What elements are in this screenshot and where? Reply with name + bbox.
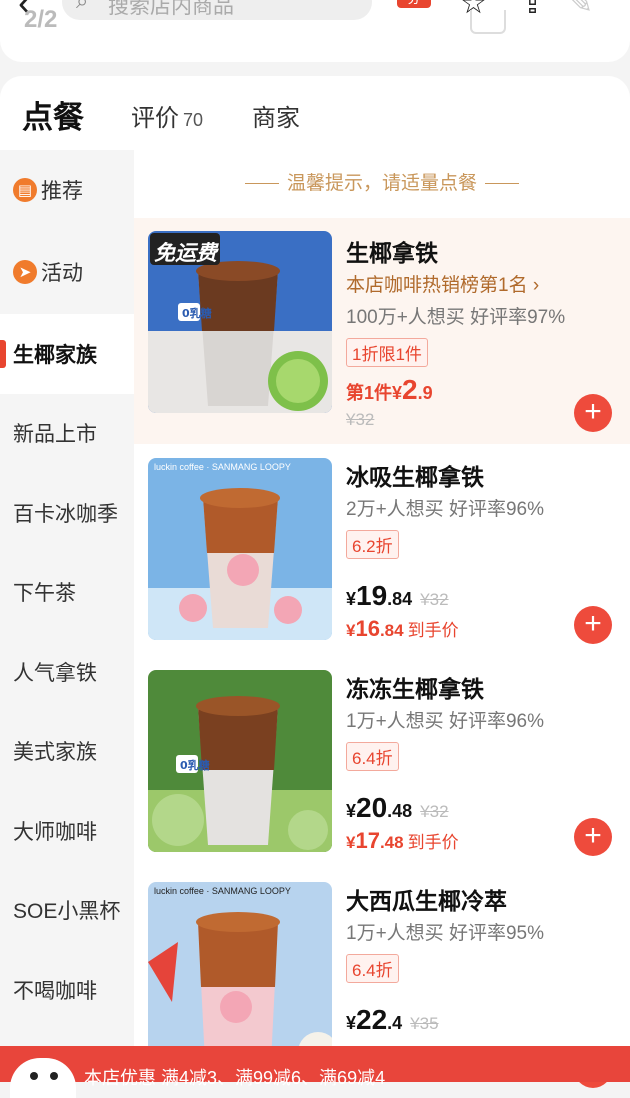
add-to-cart-button[interactable]: +: [574, 818, 612, 856]
product-name: 冻冻生椰拿铁: [346, 676, 484, 702]
sidebar-item-americano[interactable]: 美式家族: [0, 711, 134, 791]
sidebar-item-recommend[interactable]: ▤ 推荐: [0, 150, 134, 230]
tab-review[interactable]: 评价 70: [131, 98, 203, 133]
brand-label: luckin coffee · SANMANG LOOPY: [154, 886, 291, 896]
product-price: ¥20.48 ¥32: [346, 792, 449, 823]
discount-badge: 1折限1件: [346, 338, 428, 367]
mascot-icon: [10, 1058, 76, 1098]
edit-icon[interactable]: ✎: [568, 0, 593, 21]
share-icon[interactable]: ⇪: [520, 0, 545, 21]
sidebar-item-label: 不喝咖啡: [13, 980, 97, 1003]
sidebar-item-label: 美式家族: [13, 741, 97, 764]
tip-text: 温馨提示，请适量点餐: [286, 173, 477, 194]
first-item-price: 第1件¥2.9: [346, 374, 433, 405]
promo-text: 本店优惠 满4减3、满99减6、满69减4: [84, 1068, 386, 1088]
free-shipping-tag: 免运费: [154, 242, 217, 265]
recommend-icon: ▤: [13, 178, 37, 202]
search-placeholder: 搜索店内商品: [108, 0, 234, 18]
top-bar: ‹ 2/2 ⌕ 搜索店内商品 券 ☆ ⇪ ✎: [0, 0, 630, 62]
product-image[interactable]: 0乳糖 免运费: [148, 231, 332, 413]
tab-bar: 点餐 评价 70 商家: [0, 76, 630, 150]
add-to-cart-button[interactable]: +: [574, 606, 612, 644]
download-icon[interactable]: [470, 10, 506, 34]
sidebar-item-soe[interactable]: SOE小黑杯: [0, 870, 134, 950]
product-image[interactable]: luckin coffee · SANMANG LOOPY: [148, 458, 332, 640]
tab-order[interactable]: 点餐: [22, 92, 84, 137]
sidebar-item-activity[interactable]: ➤ 活动: [0, 232, 134, 312]
sidebar-item-label: 新品上市: [13, 423, 97, 446]
product-stats: 2万+人想买 好评率96%: [346, 499, 544, 520]
category-sidebar: ▤ 推荐 ➤ 活动 生椰家族 新品上市 百卡冰咖季 下午茶 人气拿铁 美式家族 …: [0, 150, 134, 1082]
product-price: ¥19.84 ¥32: [346, 580, 449, 611]
sidebar-item-label: 推荐: [41, 180, 83, 203]
sidebar-item-label: 百卡冰咖季: [13, 503, 118, 526]
product-stats: 100万+人想买 好评率97%: [346, 307, 566, 328]
product-card[interactable]: 0乳糖 冻冻生椰拿铁 1万+人想买 好评率96% 6.4折 ¥20.48 ¥32 …: [134, 658, 630, 868]
sidebar-item-master-coffee[interactable]: 大师咖啡: [0, 791, 134, 871]
sidebar-item-label: 大师咖啡: [13, 821, 97, 844]
sidebar-item-ice-coffee[interactable]: 百卡冰咖季: [0, 473, 134, 553]
discount-badge: 6.4折: [346, 954, 399, 983]
sidebar-item-no-coffee[interactable]: 不喝咖啡: [0, 950, 134, 1030]
sidebar-item-new[interactable]: 新品上市: [0, 393, 134, 473]
product-list: 温馨提示，请适量点餐 0乳糖 免运费 生椰拿铁 本店咖啡热销榜第1名 › 100…: [134, 150, 630, 1088]
product-card[interactable]: 0乳糖 免运费 生椰拿铁 本店咖啡热销榜第1名 › 100万+人想买 好评率97…: [134, 218, 630, 444]
sugar-free-label: 0乳糖: [180, 758, 210, 772]
tab-shop[interactable]: 商家: [252, 98, 300, 133]
product-name: 大西瓜生椰冷萃: [346, 888, 507, 914]
brand-label: luckin coffee · SANMANG LOOPY: [154, 462, 291, 472]
sidebar-item-label: 下午茶: [13, 582, 76, 605]
tab-shop-label: 商家: [252, 105, 300, 132]
search-icon: ⌕: [76, 0, 89, 13]
sidebar-item-label: SOE小黑杯: [13, 900, 121, 923]
promo-banner[interactable]: 本店优惠 满4减3、满99减6、满69减4: [0, 1046, 630, 1098]
tab-review-label: 评价: [131, 105, 179, 132]
sidebar-item-popular-latte[interactable]: 人气拿铁: [0, 632, 134, 712]
tab-order-label: 点餐: [22, 100, 84, 135]
discount-badge: 6.4折: [346, 742, 399, 771]
product-stats: 1万+人想买 好评率95%: [346, 923, 544, 944]
original-price: ¥32: [346, 410, 375, 429]
final-price: ¥16.84 到手价: [346, 616, 459, 641]
product-stats: 1万+人想买 好评率96%: [346, 711, 544, 732]
sidebar-item-afternoon-tea[interactable]: 下午茶: [0, 552, 134, 632]
search-input[interactable]: ⌕ 搜索店内商品: [62, 0, 372, 20]
active-indicator: [0, 340, 6, 368]
sidebar-item-label: 生椰家族: [13, 344, 97, 367]
sidebar-item-coconut-family[interactable]: 生椰家族: [0, 314, 134, 394]
product-image[interactable]: 0乳糖: [148, 670, 332, 852]
final-price: ¥17.48 到手价: [346, 828, 459, 853]
reminder-tip: 温馨提示，请适量点餐: [134, 168, 630, 195]
coupon-badge[interactable]: 券: [397, 0, 431, 8]
product-card[interactable]: luckin coffee · SANMANG LOOPY 冰吸生椰拿铁 2万+…: [134, 446, 630, 656]
review-count: 70: [183, 110, 204, 130]
product-name: 冰吸生椰拿铁: [346, 464, 484, 490]
page-indicator: 2/2: [24, 6, 58, 33]
activity-icon: ➤: [13, 260, 37, 284]
product-price: ¥22.4 ¥35: [346, 1004, 439, 1035]
product-rank[interactable]: 本店咖啡热销榜第1名 ›: [346, 270, 539, 297]
product-name: 生椰拿铁: [346, 240, 438, 266]
discount-badge: 6.2折: [346, 530, 399, 559]
sidebar-item-label: 活动: [41, 262, 83, 285]
sugar-free-label: 0乳糖: [182, 306, 212, 320]
sidebar-item-label: 人气拿铁: [13, 662, 97, 685]
add-to-cart-button[interactable]: +: [574, 394, 612, 432]
